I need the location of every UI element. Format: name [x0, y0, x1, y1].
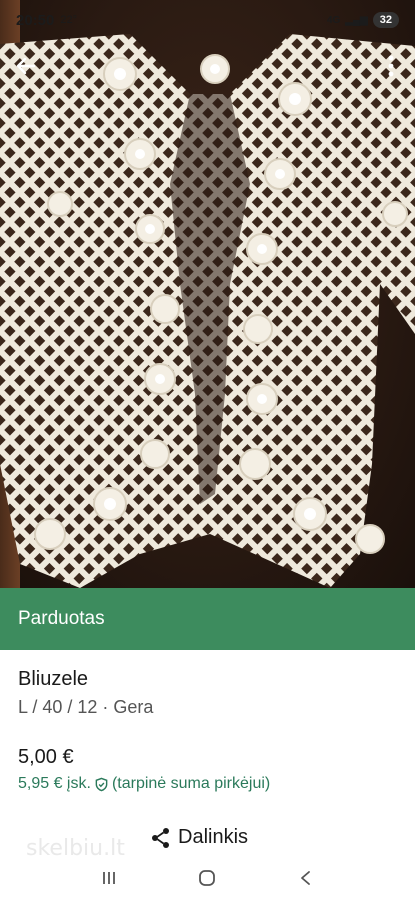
status-bar: 20:50 22° 4G ▂▄▆ 32	[0, 0, 415, 40]
home-icon	[199, 870, 216, 886]
nav-back-button[interactable]	[291, 863, 321, 893]
recent-apps-button[interactable]	[94, 863, 124, 893]
buyer-price: 5,95 € įsk.	[18, 775, 91, 792]
more-vertical-icon	[388, 55, 394, 77]
share-button[interactable]: Dalinkis	[150, 826, 248, 849]
system-nav-bar	[0, 856, 415, 900]
share-label: Dalinkis	[178, 826, 249, 848]
network-indicator: 4G	[326, 14, 341, 26]
battery-indicator: 32	[372, 12, 399, 28]
back-button[interactable]	[12, 52, 40, 80]
listing-info: Bliuzele L / 40 / 12 · Gera 5,00 € 5,95 …	[18, 668, 398, 793]
buyer-price-row[interactable]: 5,95 € įsk. (tarpinė suma pirkėjui)	[18, 775, 398, 793]
nav-back-icon	[300, 871, 310, 885]
signal-icon: ▂▄▆	[345, 14, 368, 26]
crochet-blouse-image	[0, 34, 415, 588]
home-button[interactable]	[192, 863, 222, 893]
listing-price: 5,00 €	[18, 746, 74, 768]
listing-details: L / 40 / 12 · Gera	[18, 697, 154, 717]
more-options-button[interactable]	[381, 52, 401, 80]
status-time: 20:50	[16, 11, 55, 29]
share-icon	[152, 827, 169, 848]
listing-title: Bliuzele	[18, 668, 89, 690]
listing-photo[interactable]	[0, 0, 415, 588]
status-temperature: 22°	[60, 14, 78, 26]
shield-check-icon	[95, 777, 108, 791]
sold-status-label: Parduotas	[18, 608, 105, 629]
recent-apps-icon	[103, 872, 116, 884]
sold-status-banner: Parduotas	[0, 588, 415, 650]
buyer-price-note: (tarpinė suma pirkėjui)	[111, 775, 271, 792]
arrow-left-icon	[16, 57, 36, 75]
